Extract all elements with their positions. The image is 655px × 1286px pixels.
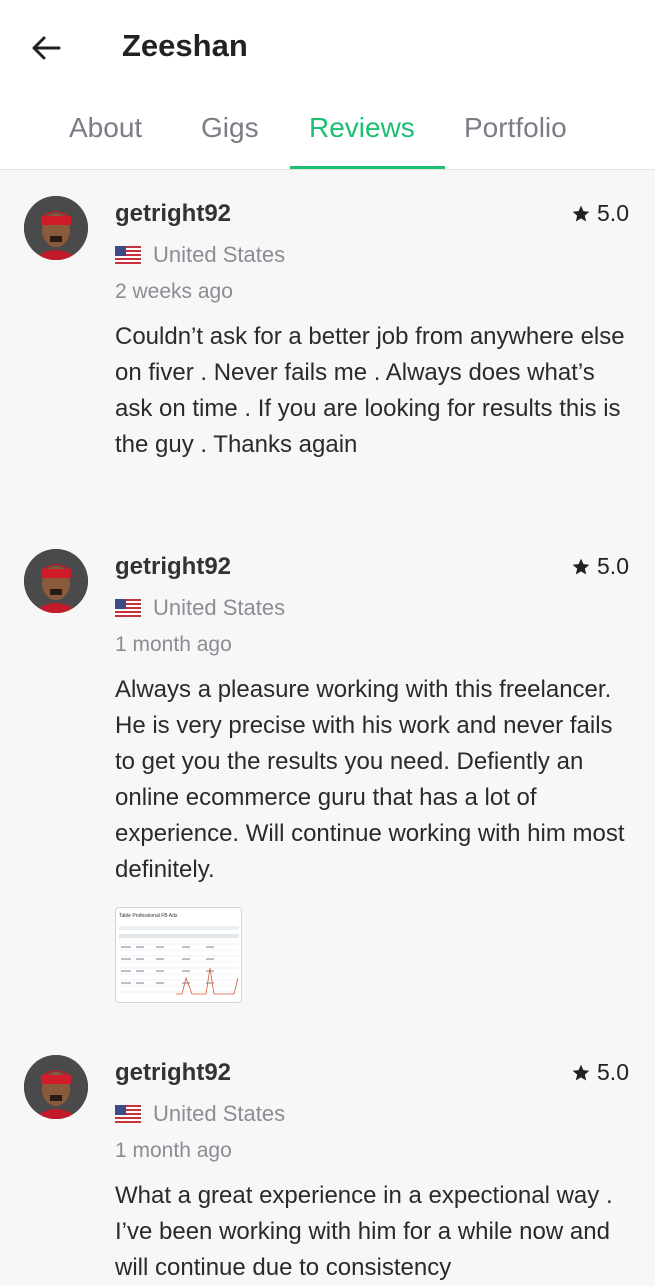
arrow-left-icon — [32, 36, 61, 60]
reviewer-country: United States — [153, 595, 286, 620]
review-text: What a great experience in a expectional… — [115, 1182, 613, 1281]
us-flag-icon — [115, 599, 141, 617]
rating: 5.0 — [571, 1059, 629, 1086]
us-flag-icon — [115, 1105, 141, 1123]
app-header: Zeeshan About Gigs Reviews Portfolio — [0, 0, 655, 170]
rating-value: 5.0 — [597, 200, 629, 226]
tab-reviews[interactable]: Reviews — [309, 112, 415, 144]
star-icon — [572, 1064, 590, 1080]
rating: 5.0 — [571, 200, 629, 227]
reviewer-country: United States — [153, 242, 286, 267]
active-tab-indicator — [290, 166, 445, 169]
tab-portfolio[interactable]: Portfolio — [464, 112, 567, 144]
avatar[interactable] — [24, 549, 88, 613]
us-flag-icon — [115, 246, 141, 264]
star-icon — [572, 558, 590, 574]
rating-value: 5.0 — [597, 553, 629, 579]
review-attachment-thumbnail[interactable]: Table Professional FB Ads — [115, 907, 242, 1003]
reviewer-country: United States — [153, 1101, 286, 1126]
review-time: 2 weeks ago — [115, 280, 233, 303]
country-row: United States — [115, 595, 285, 621]
country-row: United States — [115, 242, 285, 268]
tab-gigs[interactable]: Gigs — [201, 112, 259, 144]
reviewer-username[interactable]: getright92 — [115, 200, 231, 228]
review-time: 1 month ago — [115, 1139, 232, 1162]
rating: 5.0 — [571, 553, 629, 580]
avatar[interactable] — [24, 1055, 88, 1119]
tab-about[interactable]: About — [69, 112, 142, 144]
spreadsheet-preview-icon — [119, 926, 239, 995]
reviewer-username[interactable]: getright92 — [115, 1059, 231, 1087]
review-text: Always a pleasure working with this free… — [115, 676, 625, 883]
country-row: United States — [115, 1101, 285, 1127]
page-title: Zeeshan — [122, 28, 248, 63]
avatar[interactable] — [24, 196, 88, 260]
review-text: Couldn’t ask for a better job from anywh… — [115, 323, 625, 458]
review-time: 1 month ago — [115, 633, 232, 656]
back-button[interactable] — [26, 30, 66, 66]
reviewer-username[interactable]: getright92 — [115, 553, 231, 581]
profile-tabs: About Gigs Reviews Portfolio — [0, 100, 655, 170]
star-icon — [572, 205, 590, 221]
rating-value: 5.0 — [597, 1059, 629, 1085]
